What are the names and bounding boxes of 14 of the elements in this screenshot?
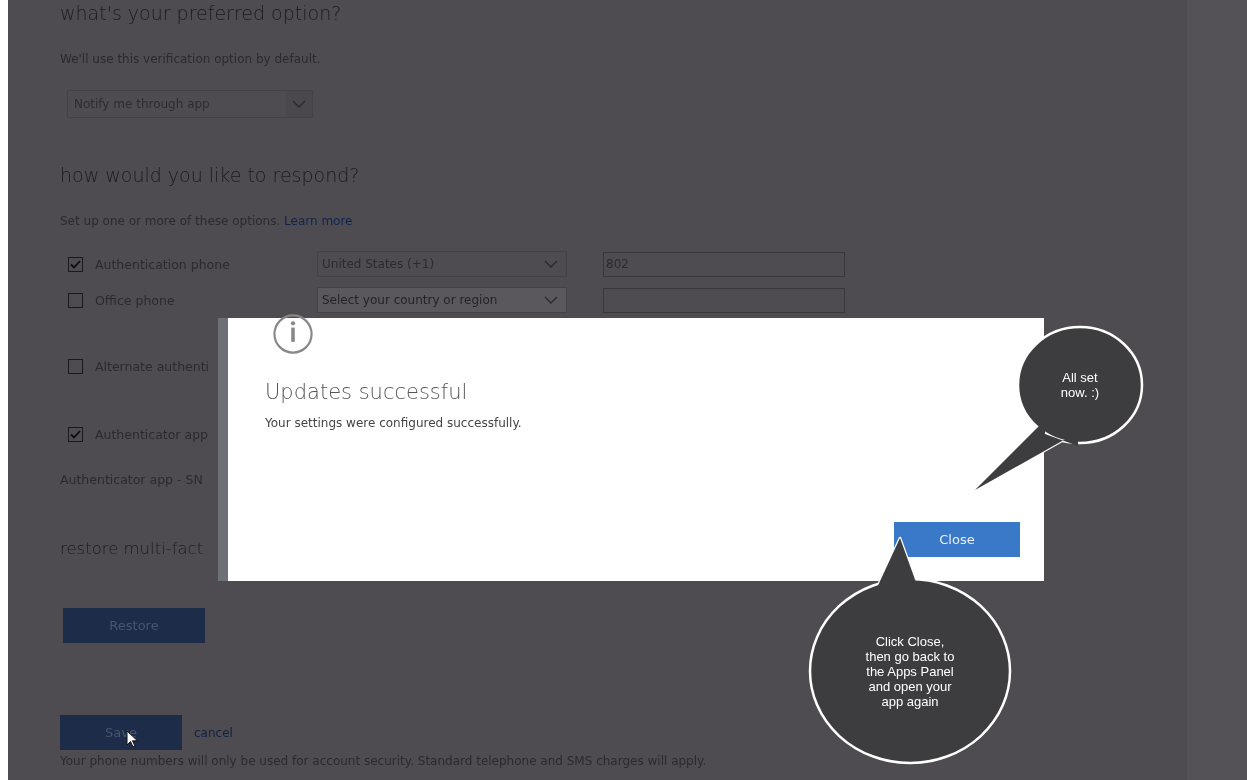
chevron-down-icon (292, 99, 306, 109)
checkbox[interactable] (68, 256, 83, 272)
chevron-down-icon (544, 295, 558, 305)
checkbox[interactable] (68, 358, 83, 374)
chevron-down-icon (544, 259, 558, 269)
cancel-link[interactable]: cancel (194, 725, 233, 740)
dialog-message: Your settings were configured successfully. (265, 416, 523, 430)
dialog-title: Updates successful (265, 380, 469, 404)
checkbox[interactable] (68, 292, 83, 308)
close-button[interactable]: Close (894, 522, 1020, 557)
callout-text: Click Close, then go back to the Apps Panel and open your app again (865, 633, 955, 709)
learn-more-link[interactable]: Learn more (284, 214, 353, 228)
checkbox[interactable] (68, 426, 83, 442)
callout-text: All set now. :) (1060, 370, 1100, 400)
